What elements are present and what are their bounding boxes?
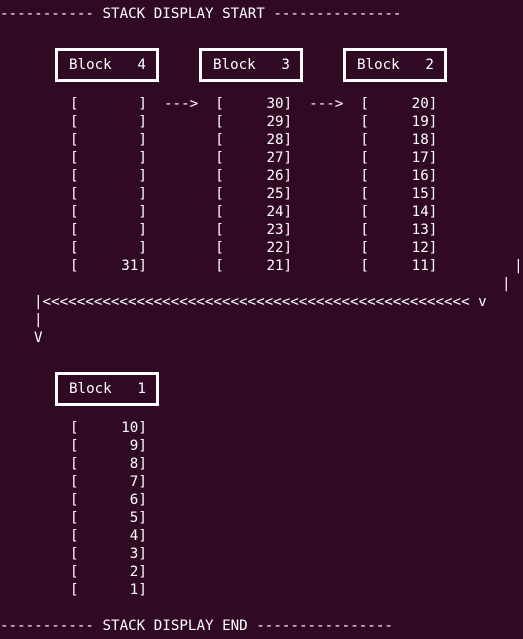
- stack-row: [ ] [ 24] [ 14]: [70, 204, 438, 220]
- stack-row: [ ] [ 23] [ 13]: [70, 222, 438, 238]
- stack-row: [ ] [ 27] [ 17]: [70, 150, 438, 166]
- stack-row: [ ] [ 26] [ 16]: [70, 168, 438, 184]
- stack-row: [ 9]: [70, 438, 147, 454]
- connector-pipe: |: [502, 276, 511, 292]
- stack-row: [ 2]: [70, 564, 147, 580]
- stack-row: [ 31] [ 21] [ 11] |: [70, 258, 523, 274]
- stack-row: [ 7]: [70, 474, 147, 490]
- stack-row: [ 5]: [70, 510, 147, 526]
- block-4-label: Block 4: [55, 48, 159, 82]
- stack-row: [ 10]: [70, 420, 147, 436]
- terminal-window: { "header": "----------- STACK DISPLAY S…: [0, 0, 523, 639]
- stack-row: [ ] [ 29] [ 19]: [70, 114, 438, 130]
- stack-row: [ 4]: [70, 528, 147, 544]
- connector-arrow-line: |<<<<<<<<<<<<<<<<<<<<<<<<<<<<<<<<<<<<<<<…: [34, 294, 487, 310]
- block-3-label: Block 3: [199, 48, 303, 82]
- stack-row: [ ] ---> [ 30] ---> [ 20]: [70, 96, 438, 112]
- stack-row: [ 6]: [70, 492, 147, 508]
- stack-row: [ 3]: [70, 546, 147, 562]
- block-1-label: Block 1: [55, 372, 159, 406]
- block-2-label: Block 2: [343, 48, 447, 82]
- stack-row: [ ] [ 25] [ 15]: [70, 186, 438, 202]
- stack-row: [ 8]: [70, 456, 147, 472]
- stack-display-end-line: ----------- STACK DISPLAY END ----------…: [0, 618, 393, 634]
- connector-pipe: |: [34, 312, 43, 328]
- stack-row: [ 1]: [70, 582, 147, 598]
- stack-row: [ ] [ 28] [ 18]: [70, 132, 438, 148]
- stack-display-start-line: ----------- STACK DISPLAY START --------…: [0, 6, 402, 22]
- stack-row: [ ] [ 22] [ 12]: [70, 240, 438, 256]
- connector-down-arrow: V: [34, 330, 43, 346]
